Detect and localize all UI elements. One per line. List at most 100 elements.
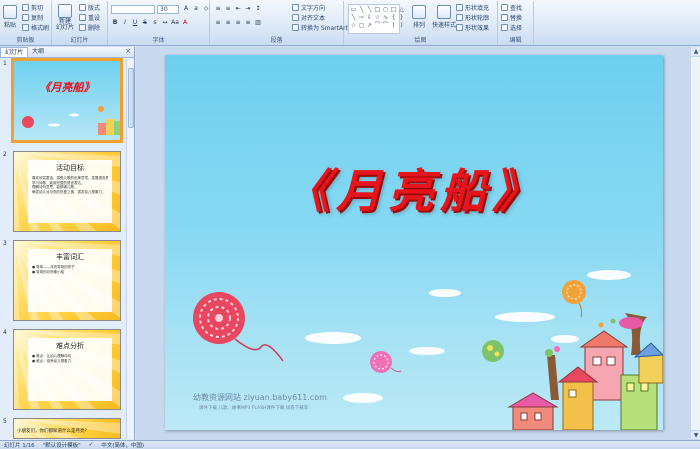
brace-shape-icon[interactable]: ( [390, 22, 397, 29]
text-direction-button[interactable]: 文字方向 [292, 3, 325, 12]
replace-button[interactable]: 替换 [501, 13, 522, 22]
font-size-combo[interactable]: 30 [157, 5, 179, 14]
thumbnail-title: 活动目标 [56, 164, 84, 172]
justify-icon[interactable]: ≡ [244, 19, 252, 27]
slide-thumbnail[interactable]: 难点分析 ● 难点：让幼儿理解诗句 ● 难点：培养幼儿想象力 [13, 329, 121, 410]
thumbnail-card: 活动目标 喜欢欣赏童话，感受儿歌的优美意境，发展语言表达能力 学习诗歌，能用完整… [28, 160, 112, 223]
status-bar: 幻灯片 1/16 "默认设计模板" ✓ 中文(简体，中国) [0, 440, 700, 449]
thumbnail-line: 喜欢欣赏童话，感受儿歌的优美意境，发展语言表达能力 [32, 176, 108, 180]
spacing-icon[interactable]: ↔ [161, 19, 169, 27]
arrow-shape-icon[interactable]: ⇩ [366, 14, 373, 21]
delete-button[interactable]: 删除 [79, 23, 100, 32]
slide-number: 2 [3, 151, 7, 158]
close-icon[interactable]: × [125, 47, 131, 55]
thumbnail-card: 丰富词汇 ● 弯弯——月亮弯弯的样子 ● 弯弯的月亮像小船 [28, 249, 112, 312]
font-group: 30 A a ◇ B I U S s ↔ Aa A 字体 [108, 1, 210, 45]
arrow-shape-icon[interactable]: ⇨ [358, 14, 365, 21]
copy-button[interactable]: 复制 [22, 13, 43, 22]
curve-shape-icon[interactable]: ⌒ [382, 22, 389, 29]
panel-scrollbar[interactable] [126, 59, 134, 439]
clear-format-icon[interactable]: ◇ [202, 5, 210, 13]
bold-icon[interactable]: B [111, 19, 119, 27]
case-icon[interactable]: Aa [171, 19, 179, 27]
shapes-gallery[interactable]: ▭ ╲ ╲ □ ○ □ △ ╲ ⇨ ⇩ ☆ ∿{} ☆ ◻ ↗ ⌒ ⌒() [348, 4, 404, 34]
line-spacing-icon[interactable]: ↕ [254, 5, 262, 13]
line-shape-icon[interactable]: ╲ [350, 14, 357, 21]
copy-icon [22, 14, 29, 21]
arrow-shape-icon[interactable]: ↗ [366, 22, 373, 29]
cut-button[interactable]: 剪切 [22, 3, 43, 12]
rect-shape-icon[interactable]: □ [390, 6, 397, 13]
layout-button[interactable]: 版式 [79, 3, 100, 12]
rect-shape-icon[interactable]: □ [374, 6, 381, 13]
curve-shape-icon[interactable]: ∿ [382, 14, 389, 21]
shape-fill-button[interactable]: 形状填充 [456, 3, 489, 12]
align-center-icon[interactable]: ≡ [224, 19, 232, 27]
strikethrough-icon[interactable]: S [141, 19, 149, 27]
triangle-shape-icon[interactable]: △ [398, 6, 405, 13]
star-shape-icon[interactable]: ☆ [350, 22, 357, 29]
shape-outline-button[interactable]: 形状轮廓 [456, 13, 489, 22]
new-slide-button[interactable]: 新建 幻灯片 [56, 4, 74, 31]
slide-title[interactable]: 《月亮船》 [165, 155, 663, 221]
slide-thumbnail[interactable]: 《月亮船》 [11, 58, 123, 143]
layout-icon [79, 4, 86, 11]
language-indicator[interactable]: 中文(简体，中国) [101, 441, 144, 449]
scroll-up-icon[interactable]: ▲ [691, 47, 700, 57]
scroll-down-icon[interactable]: ▼ [691, 430, 700, 440]
slide-thumbnail[interactable]: 活动目标 喜欢欣赏童话，感受儿歌的优美意境，发展语言表达能力 学习诗歌，能用完整… [13, 151, 121, 232]
curve-shape-icon[interactable]: ⌒ [374, 22, 381, 29]
numbering-icon[interactable]: ≡ [224, 5, 232, 13]
slide-thumbnail[interactable]: 丰富词汇 ● 弯弯——月亮弯弯的样子 ● 弯弯的月亮像小船 [13, 240, 121, 321]
slide-number: 3 [3, 240, 7, 247]
smartart-icon [292, 24, 299, 31]
arrange-button[interactable]: 排列 [412, 5, 426, 29]
line-shape-icon[interactable]: ╲ [366, 6, 373, 13]
bullets-icon[interactable]: ≡ [214, 5, 222, 13]
reset-button[interactable]: 重设 [79, 13, 100, 22]
brush-icon [22, 24, 29, 31]
panel-scroll-thumb[interactable] [128, 68, 134, 128]
slides-panel: 幻灯片 大纲 × 1 《月亮船》 2 活动目标 喜欢欣赏童话，感受儿歌的优美意境… [0, 47, 135, 440]
paste-button[interactable]: 粘贴 [3, 5, 17, 29]
slide-thumbnail[interactable]: 小朋友们，你们都知道什么是月亮？ [13, 418, 121, 439]
increase-indent-icon[interactable]: ⇥ [244, 5, 252, 13]
main-slide[interactable]: 《月亮船》 幼教资源网站 ziyuan.baby611.com 课件下载 儿歌、… [165, 55, 663, 430]
tab-outline[interactable]: 大纲 [28, 47, 48, 57]
select-button[interactable]: 选择 [501, 23, 522, 32]
shadow-icon[interactable]: s [151, 19, 159, 27]
spellcheck-icon[interactable]: ✓ [89, 442, 94, 448]
find-button[interactable]: 查找 [501, 3, 522, 12]
ribbon: 粘贴 剪切 复制 格式刷 剪贴板 新建 幻灯片 版式 重设 删除 幻灯片 30 … [0, 0, 700, 46]
decrease-indent-icon[interactable]: ⇤ [234, 5, 242, 13]
shrink-font-icon[interactable]: a [192, 5, 200, 13]
brace-shape-icon[interactable]: { [390, 14, 397, 21]
brace-shape-icon[interactable]: ) [398, 22, 405, 29]
oval-shape-icon[interactable]: ○ [382, 6, 389, 13]
star-shape-icon[interactable]: ☆ [374, 14, 381, 21]
editor-scrollbar[interactable]: ▲ ▼ [690, 47, 700, 440]
align-right-icon[interactable]: ≡ [234, 19, 242, 27]
slide-counter: 幻灯片 1/16 [4, 443, 35, 449]
columns-icon[interactable]: ▥ [254, 19, 262, 27]
smartart-button[interactable]: 转换为 SmartArt [292, 23, 348, 32]
shape-effects-button[interactable]: 形状效果 [456, 23, 489, 32]
callout-shape-icon[interactable]: ◻ [358, 22, 365, 29]
italic-icon[interactable]: I [121, 19, 129, 27]
theme-name: "默认设计模板" [42, 443, 81, 449]
line-shape-icon[interactable]: ╲ [358, 6, 365, 13]
align-left-icon[interactable]: ≡ [214, 19, 222, 27]
quick-styles-button[interactable]: 快速样式 [432, 5, 456, 29]
grow-font-icon[interactable]: A [182, 5, 190, 13]
align-text-button[interactable]: 对齐文本 [292, 13, 325, 22]
rect-shape-icon[interactable]: ▭ [350, 6, 357, 13]
tab-slides[interactable]: 幻灯片 [0, 47, 29, 57]
thumbnail-line: ● 难点：培养幼儿想象力 [32, 358, 72, 363]
format-painter-button[interactable]: 格式刷 [22, 23, 49, 32]
font-color-icon[interactable]: A [181, 19, 189, 27]
thumbnail-title: 丰富词汇 [56, 253, 84, 261]
font-name-combo[interactable] [111, 5, 155, 14]
underline-icon[interactable]: U [131, 19, 139, 27]
brace-shape-icon[interactable]: } [398, 14, 405, 21]
outline-icon [456, 14, 463, 21]
